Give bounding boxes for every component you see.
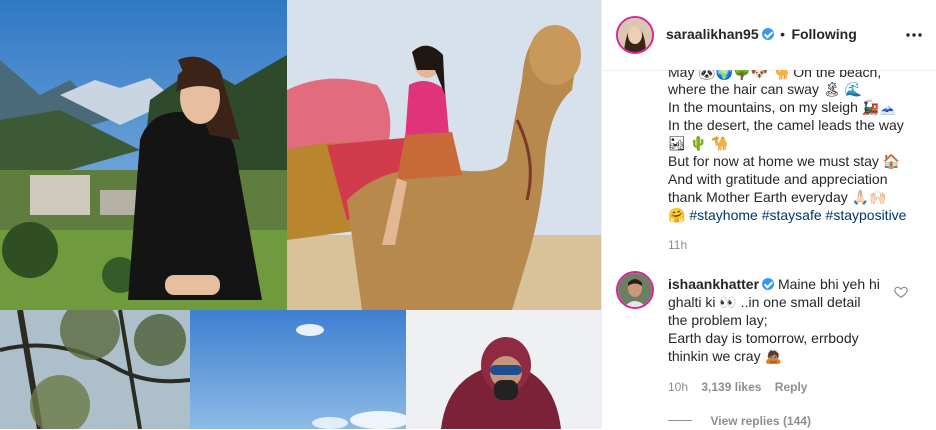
comment-meta: 10h 3,139 likes Reply <box>668 380 807 394</box>
post-header: saraalikhan95 • Following <box>602 0 936 71</box>
header-user: saraalikhan95 • Following <box>666 26 857 44</box>
hashtag-link[interactable]: #staysafe <box>762 207 822 223</box>
photo-mountains <box>0 0 287 310</box>
post-username[interactable]: saraalikhan95 <box>666 26 759 42</box>
post-media[interactable] <box>0 0 601 429</box>
comment: ishaankhatter Maine bhi yeh hi ghalti ki… <box>602 265 936 405</box>
replies-divider <box>668 420 692 422</box>
view-replies-label[interactable]: View replies (144) <box>710 414 811 428</box>
photo-sky <box>190 310 406 429</box>
photo-camel <box>287 0 601 310</box>
snow-scene <box>406 310 601 429</box>
comment-text: Maine bhi yeh hi <box>777 276 880 292</box>
following-button[interactable]: Following <box>791 26 856 42</box>
caption-line: And with gratitude and appreciation <box>668 171 888 187</box>
comment-first-line: ishaankhatter Maine bhi yeh hi <box>668 275 880 293</box>
view-replies[interactable]: View replies (144) <box>668 412 811 430</box>
verified-badge-icon <box>761 28 774 40</box>
comment-time[interactable]: 10h <box>668 380 688 394</box>
caption-hashtag-line: 🤗 #stayhome #staysafe #staypositive <box>668 206 906 224</box>
mountain-scene <box>0 0 287 310</box>
comment-text: the problem lay; <box>668 312 768 328</box>
reply-button[interactable]: Reply <box>775 380 808 394</box>
avatar-image <box>618 18 652 52</box>
photo-snow <box>406 310 601 429</box>
caption-line: 🏜 🌵 🐪 <box>668 135 729 151</box>
separator-dot: • <box>780 26 785 42</box>
heart-icon[interactable] <box>894 285 908 299</box>
caption-line: thank Mother Earth everyday 🙏🏻🙌🏻 <box>668 189 887 205</box>
caption-line: But for now at home we must stay 🏠 <box>668 153 901 169</box>
comment-avatar-image <box>618 273 652 307</box>
camel-scene <box>287 0 601 310</box>
caption-line: In the mountains, on my sleigh 🚂🗻 <box>668 99 897 115</box>
comment-text: ghalti ki 👀 ..in one small detail <box>668 294 861 310</box>
caption: May 🐼🌍🌳🐶 🐪 On the beach, where the hair … <box>602 70 936 240</box>
avatar[interactable] <box>616 16 654 54</box>
caption-line: where the hair can sway 🏝 🌊 <box>668 81 862 97</box>
post-timestamp[interactable]: 11h <box>668 238 687 252</box>
comment-avatar[interactable] <box>616 271 654 309</box>
more-options-icon[interactable] <box>905 27 923 43</box>
comment-text: thinkin we cray 🙇🏽 <box>668 348 782 364</box>
photo-trees <box>0 310 190 429</box>
sky-scene <box>190 310 406 429</box>
hashtag-link[interactable]: #stayhome <box>689 207 757 223</box>
hashtag-link[interactable]: #staypositive <box>826 207 907 223</box>
trees-scene <box>0 310 190 429</box>
verified-badge-icon <box>762 278 775 290</box>
caption-line: In the desert, the camel leads the way <box>668 117 904 133</box>
post-details-panel: saraalikhan95 • Following May 🐼🌍🌳🐶 🐪 On … <box>601 0 936 429</box>
comment-text: Earth day is tomorrow, errbody <box>668 330 859 346</box>
comment-likes[interactable]: 3,139 likes <box>701 380 761 394</box>
emoji: 🤗 <box>668 207 686 223</box>
comment-username[interactable]: ishaankhatter <box>668 276 759 292</box>
